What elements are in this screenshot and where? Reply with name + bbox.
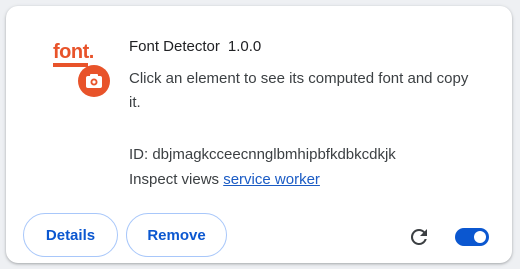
logo-underline	[53, 63, 88, 67]
details-button[interactable]: Details	[23, 213, 118, 257]
service-worker-link[interactable]: service worker	[223, 171, 320, 188]
reload-icon[interactable]	[407, 225, 431, 249]
remove-button[interactable]: Remove	[126, 213, 227, 257]
logo-wordmark: font.	[53, 41, 94, 63]
extension-title: Font Detector 1.0.0	[129, 38, 261, 55]
toggle-knob	[474, 231, 486, 243]
extension-version: 1.0.0	[227, 38, 262, 55]
extension-description: Click an element to see its computed fon…	[129, 70, 469, 111]
id-label: ID:	[129, 146, 153, 163]
inspect-label: Inspect views	[129, 171, 224, 188]
extension-name: Font Detector	[129, 38, 220, 55]
extension-card: font. Font Detector 1.0.0 Click an elemen…	[6, 6, 512, 263]
inspect-views: Inspect views service worker	[129, 171, 320, 188]
extension-logo: font.	[50, 42, 112, 100]
camera-icon	[78, 65, 110, 97]
enable-toggle[interactable]	[455, 228, 489, 246]
extension-id: ID: dbjmagkcceecnnglbmhipbfkdbkcdkjk	[129, 146, 396, 163]
id-value: dbjmagkcceecnnglbmhipbfkdbkcdkjk	[152, 146, 396, 163]
